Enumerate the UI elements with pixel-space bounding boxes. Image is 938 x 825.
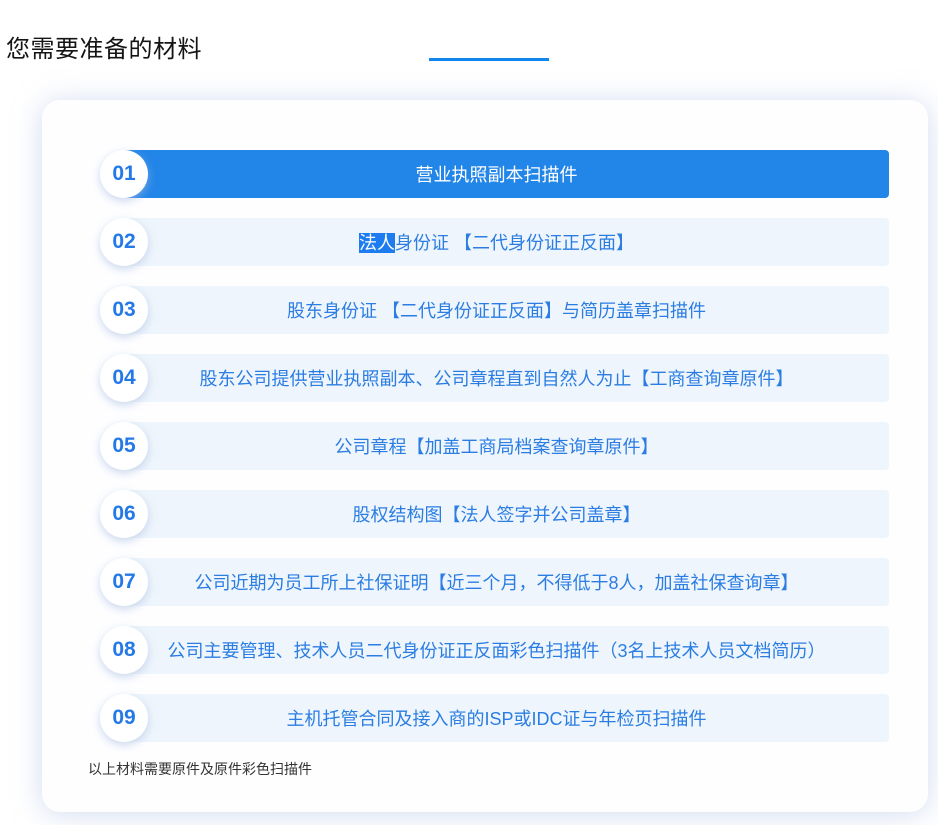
material-text-rest: 身份证 【二代身份证正反面】 (395, 233, 634, 253)
material-row-03: 03 股东身份证 【二代身份证正反面】与简历盖章扫描件 (104, 286, 889, 334)
number-badge: 05 (100, 422, 148, 470)
material-row-06: 06 股权结构图【法人签字并公司盖章】 (104, 490, 889, 538)
material-text: 股权结构图【法人签字并公司盖章】 (353, 501, 641, 527)
number-badge: 01 (100, 150, 148, 198)
material-text: 股东公司提供营业执照副本、公司章程直到自然人为止【工商查询章原件】 (200, 365, 794, 391)
material-bar: 主机托管合同及接入商的ISP或IDC证与年检页扫描件 (104, 694, 889, 742)
materials-card: 01 营业执照副本扫描件 02 法人身份证 【二代身份证正反面】 03 股东身份… (42, 100, 928, 812)
material-bar: 股东公司提供营业执照副本、公司章程直到自然人为止【工商查询章原件】 (104, 354, 889, 402)
number-badge: 02 (100, 218, 148, 266)
material-text: 公司近期为员工所上社保证明【近三个月，不得低于8人，加盖社保查询章】 (194, 569, 798, 595)
number-badge: 09 (100, 694, 148, 742)
material-row-09: 09 主机托管合同及接入商的ISP或IDC证与年检页扫描件 (104, 694, 889, 742)
material-text: 法人身份证 【二代身份证正反面】 (359, 229, 634, 255)
material-text: 主机托管合同及接入商的ISP或IDC证与年检页扫描件 (286, 705, 706, 731)
number-badge: 04 (100, 354, 148, 402)
material-text: 公司章程【加盖工商局档案查询章原件】 (335, 433, 659, 459)
material-row-02: 02 法人身份证 【二代身份证正反面】 (104, 218, 889, 266)
material-bar: 法人身份证 【二代身份证正反面】 (104, 218, 889, 266)
number-badge: 08 (100, 626, 148, 674)
material-row-01: 01 营业执照副本扫描件 (104, 150, 889, 198)
material-bar: 公司近期为员工所上社保证明【近三个月，不得低于8人，加盖社保查询章】 (104, 558, 889, 606)
number-badge: 03 (100, 286, 148, 334)
selected-text: 法人 (359, 233, 395, 253)
page-title: 您需要准备的材料 (6, 37, 202, 63)
material-row-08: 08 公司主要管理、技术人员二代身份证正反面彩色扫描件（3名上技术人员文档简历） (104, 626, 889, 674)
material-bar: 股权结构图【法人签字并公司盖章】 (104, 490, 889, 538)
material-text: 营业执照副本扫描件 (416, 161, 578, 187)
material-text: 公司主要管理、技术人员二代身份证正反面彩色扫描件（3名上技术人员文档简历） (167, 637, 825, 663)
number-badge: 06 (100, 490, 148, 538)
title-accent-underline (429, 58, 549, 61)
material-row-05: 05 公司章程【加盖工商局档案查询章原件】 (104, 422, 889, 470)
number-badge: 07 (100, 558, 148, 606)
materials-list: 01 营业执照副本扫描件 02 法人身份证 【二代身份证正反面】 03 股东身份… (104, 150, 889, 742)
material-bar: 公司主要管理、技术人员二代身份证正反面彩色扫描件（3名上技术人员文档简历） (104, 626, 889, 674)
material-bar: 股东身份证 【二代身份证正反面】与简历盖章扫描件 (104, 286, 889, 334)
page: 您需要准备的材料 01 营业执照副本扫描件 02 法人身份证 【二代身份证正反面… (0, 0, 938, 825)
material-text: 股东身份证 【二代身份证正反面】与简历盖章扫描件 (287, 297, 706, 323)
materials-note: 以上材料需要原件及原件彩色扫描件 (88, 759, 312, 779)
material-bar: 营业执照副本扫描件 (104, 150, 889, 198)
material-bar: 公司章程【加盖工商局档案查询章原件】 (104, 422, 889, 470)
material-row-07: 07 公司近期为员工所上社保证明【近三个月，不得低于8人，加盖社保查询章】 (104, 558, 889, 606)
material-row-04: 04 股东公司提供营业执照副本、公司章程直到自然人为止【工商查询章原件】 (104, 354, 889, 402)
